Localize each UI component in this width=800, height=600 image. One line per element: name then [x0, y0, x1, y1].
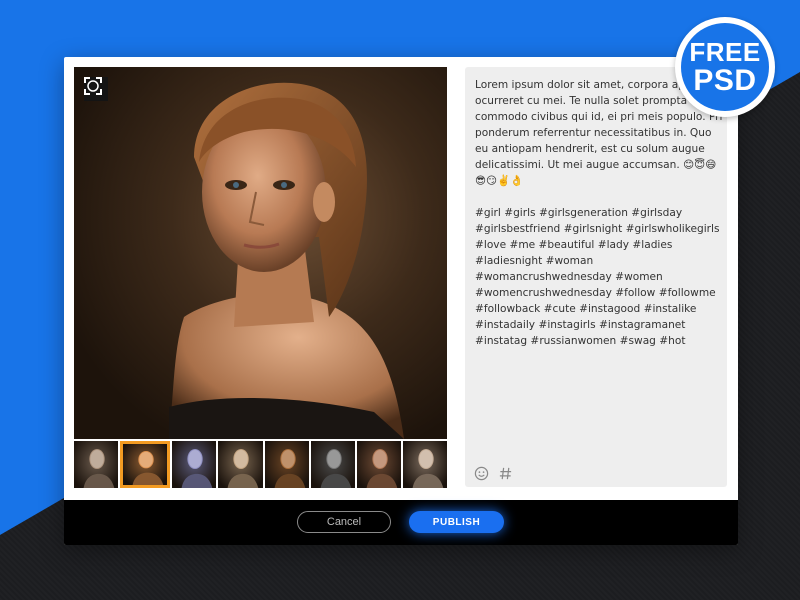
photo-preview — [74, 67, 447, 439]
filter-thumb-image — [181, 449, 213, 488]
filter-thumb-warm[interactable] — [120, 441, 171, 488]
smiley-icon — [474, 466, 488, 480]
hashtag-button[interactable] — [497, 465, 513, 481]
filter-thumb-fade[interactable] — [402, 441, 447, 488]
portrait-photo — [169, 82, 404, 439]
filter-thumb-amber[interactable] — [264, 441, 309, 488]
caption-editor[interactable]: Lorem ipsum dolor sit amet, corpora ap o… — [465, 67, 727, 487]
filter-thumb-cool[interactable] — [172, 441, 217, 488]
filter-thumb-image — [274, 449, 305, 488]
filter-thumb-image — [320, 449, 351, 488]
crop-button[interactable] — [84, 77, 108, 101]
crop-frame-icon — [84, 77, 102, 95]
badge-inner: FREE PSD — [681, 23, 769, 111]
filter-thumb-original[interactable] — [74, 441, 119, 488]
free-psd-badge: FREE PSD — [675, 17, 775, 117]
filter-thumb-image — [366, 449, 398, 488]
filter-thumb-image — [83, 449, 115, 488]
publish-button[interactable]: PUBLISH — [409, 511, 504, 533]
filter-thumb-mono[interactable] — [310, 441, 355, 488]
cancel-button[interactable]: Cancel — [297, 511, 391, 533]
caption-text[interactable]: Lorem ipsum dolor sit amet, corpora ap o… — [475, 77, 727, 349]
filter-thumb-image — [412, 449, 444, 488]
filter-strip — [74, 441, 447, 488]
filter-thumb-image — [132, 450, 164, 485]
emoji-button[interactable] — [473, 465, 489, 481]
caption-tools — [473, 465, 513, 481]
hashtag-icon — [499, 467, 511, 479]
post-editor-dialog: Lorem ipsum dolor sit amet, corpora ap o… — [64, 57, 738, 545]
dialog-footer: Cancel PUBLISH — [64, 500, 738, 545]
badge-psd-text: PSD — [693, 63, 757, 97]
badge-free-text: FREE — [689, 36, 761, 67]
filter-thumb-bright[interactable] — [218, 441, 263, 488]
filter-thumb-vintage[interactable] — [356, 441, 401, 488]
filter-thumb-image — [227, 449, 259, 488]
